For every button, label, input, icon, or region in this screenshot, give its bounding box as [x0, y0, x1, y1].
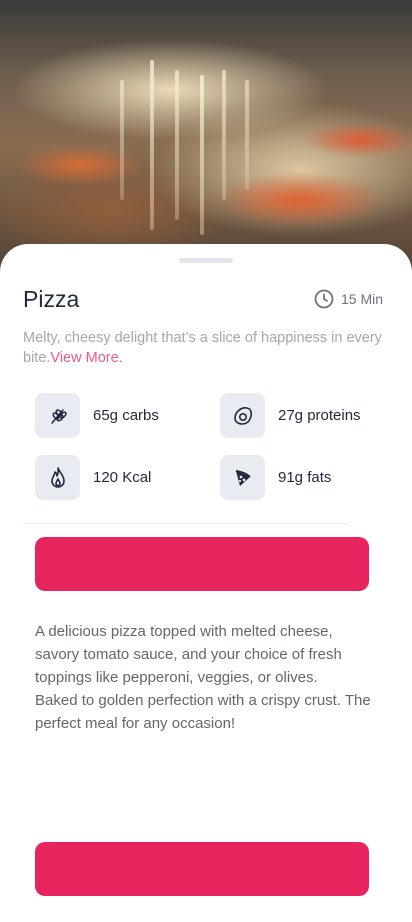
nutrition-calories: 120 Kcal: [35, 455, 151, 500]
calories-label: 120 Kcal: [93, 469, 152, 486]
recipe-details: A delicious pizza topped with melted che…: [35, 623, 371, 732]
nutrition-fats: 91g fats: [220, 455, 331, 500]
cook-time-label: 15 Min: [341, 291, 384, 307]
divider: [23, 523, 349, 524]
cheese-strand: [200, 75, 204, 235]
recipe-sheet: Pizza 15 Min Melty, cheesy delight that’…: [0, 244, 412, 922]
clock-icon: [314, 289, 334, 309]
cheese-strand: [150, 60, 154, 230]
flame-icon: [35, 455, 80, 500]
wheat-icon: [35, 393, 80, 438]
primary-action-button[interactable]: [35, 537, 369, 591]
cook-time: 15 Min: [314, 289, 383, 309]
pizza-slice-icon: [220, 455, 265, 500]
view-more-link[interactable]: View More.: [50, 350, 122, 366]
egg-icon: [220, 393, 265, 438]
carbs-label: 65g carbs: [93, 407, 159, 424]
cheese-strand: [222, 70, 226, 200]
fats-label: 91g fats: [278, 469, 332, 486]
nutrition-proteins: 27g proteins: [220, 393, 361, 438]
secondary-action-button[interactable]: [35, 842, 369, 896]
recipe-title: Pizza: [23, 286, 80, 312]
cheese-strand: [120, 80, 124, 200]
recipe-description: Melty, cheesy delight that’s a slice of …: [23, 328, 393, 368]
proteins-label: 27g proteins: [278, 407, 361, 424]
cheese-strand: [245, 80, 249, 190]
cheese-strand: [175, 70, 179, 220]
nutrition-carbs: 65g carbs: [35, 393, 159, 438]
drag-handle[interactable]: [179, 258, 233, 263]
